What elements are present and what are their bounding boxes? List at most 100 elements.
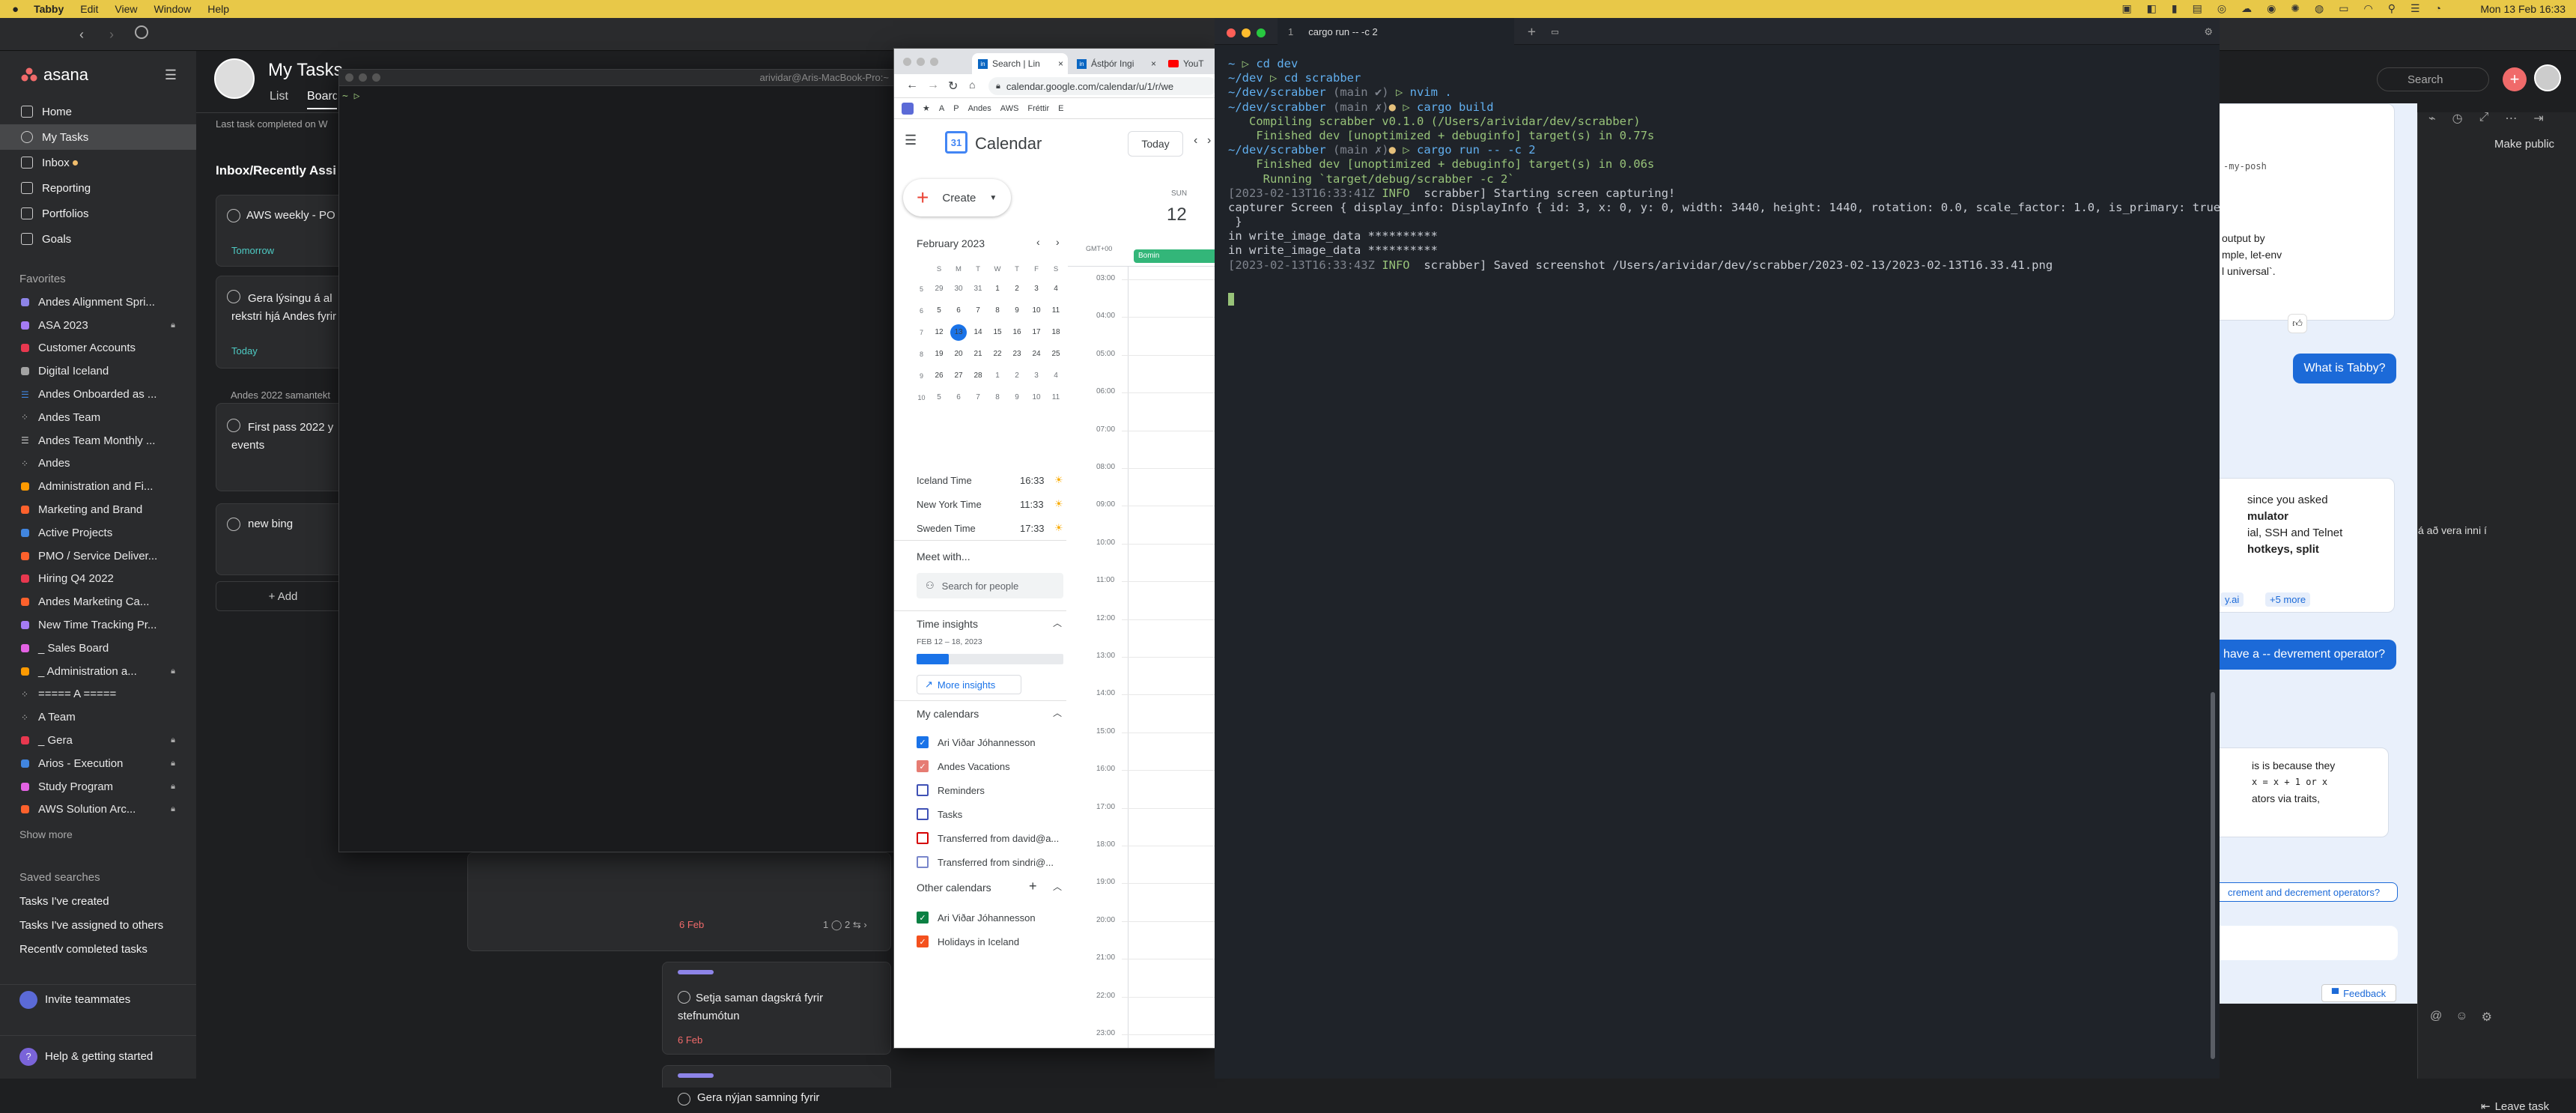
mini-calendar-day[interactable]: 10 bbox=[1027, 303, 1046, 319]
tabby-terminal-window[interactable]: 1 cargo run -- -c 2 + ▭ ⚙ ~ ▷ cd dev ~/de… bbox=[1215, 18, 2220, 1079]
browser-tab[interactable]: YouT bbox=[1164, 53, 1216, 74]
mini-calendar-day[interactable]: 18 bbox=[1046, 324, 1066, 341]
sidebar-item-reporting[interactable]: Reporting bbox=[0, 175, 196, 201]
calendar-list-item[interactable]: ✓ Ari Viðar Jóhannesson bbox=[917, 730, 1066, 754]
mini-calendar-day[interactable]: 11 bbox=[1046, 303, 1066, 319]
checkbox-icon[interactable] bbox=[917, 856, 929, 868]
favorite-item[interactable]: ☰ Andes Team Monthly ... bbox=[0, 429, 196, 452]
mini-calendar-day[interactable]: 5 bbox=[929, 389, 949, 406]
history-icon[interactable] bbox=[135, 25, 148, 39]
mini-calendar-day[interactable]: 7 bbox=[968, 303, 988, 319]
search-input[interactable]: Search bbox=[2377, 67, 2489, 91]
next-week-icon[interactable]: › bbox=[1207, 134, 1211, 148]
zoom-window-button[interactable] bbox=[1257, 28, 1266, 37]
mini-calendar-day[interactable]: 4 bbox=[1046, 368, 1066, 384]
favorite-item[interactable]: Digital Iceland bbox=[0, 360, 196, 383]
favorite-item[interactable]: ⁘ Andes bbox=[0, 452, 196, 476]
favorite-item[interactable]: Study Program 🔒︎ bbox=[0, 775, 196, 798]
mini-calendar-day[interactable]: 16 bbox=[1007, 324, 1027, 341]
bookmark-item[interactable]: E bbox=[1058, 104, 1063, 113]
collapse-icon[interactable]: ︿ bbox=[1053, 616, 1062, 629]
back-icon[interactable]: ‹ bbox=[79, 27, 84, 43]
new-tab-icon[interactable]: + bbox=[1528, 24, 1536, 40]
status-icon[interactable]: ▤ bbox=[2193, 2, 2202, 15]
battery-icon[interactable]: ▭ bbox=[2339, 2, 2348, 15]
status-icon[interactable]: ▣ bbox=[2121, 2, 2131, 15]
minimize-window-button[interactable] bbox=[1242, 28, 1251, 37]
emoji-icon[interactable]: ☺ bbox=[2455, 1010, 2467, 1025]
my-calendars-heading[interactable]: My calendars bbox=[917, 708, 979, 720]
favorites-heading[interactable]: Favorites bbox=[0, 268, 196, 291]
thumbs-up-icon[interactable]: 👍︎ bbox=[2288, 314, 2307, 333]
task-card[interactable]: AWS weekly - PO Tomorrow bbox=[216, 195, 350, 267]
mini-calendar-day[interactable]: 23 bbox=[1007, 346, 1027, 363]
mini-calendar-day[interactable]: 3 bbox=[1027, 281, 1046, 297]
home-icon[interactable]: ⌂ bbox=[969, 79, 975, 91]
sidebar-item-goals[interactable]: Goals bbox=[0, 226, 196, 252]
mini-calendar-day[interactable]: 4 bbox=[1046, 281, 1066, 297]
task-card[interactable]: new bing bbox=[216, 503, 350, 575]
mini-calendar-day[interactable]: 31 bbox=[968, 281, 988, 297]
source-link[interactable]: y.ai bbox=[2220, 592, 2244, 607]
favorite-item[interactable]: Andes Marketing Ca... bbox=[0, 590, 196, 613]
minimize-window-button[interactable] bbox=[359, 73, 367, 82]
mini-calendar-day[interactable]: 15 bbox=[988, 324, 1007, 341]
terminal-tab[interactable]: 1 cargo run -- -c 2 bbox=[1278, 18, 1514, 45]
menubar-edit[interactable]: Edit bbox=[80, 3, 98, 15]
minimize-window-button[interactable] bbox=[917, 58, 925, 66]
add-task-button[interactable]: + Add bbox=[216, 581, 350, 611]
tab-list[interactable]: List bbox=[270, 90, 288, 103]
checkbox-checked-icon[interactable]: ✓ bbox=[917, 935, 929, 947]
all-day-event[interactable]: Bomin bbox=[1134, 249, 1216, 263]
favorite-item[interactable]: ASA 2023 🔒︎ bbox=[0, 314, 196, 337]
check-circle-icon[interactable] bbox=[227, 518, 240, 531]
favorite-item[interactable]: Arios - Execution 🔒︎ bbox=[0, 752, 196, 775]
sidebar-item-home[interactable]: Home bbox=[0, 99, 196, 124]
task-card[interactable]: First pass 2022 y events bbox=[216, 403, 350, 491]
mini-calendar-day[interactable]: 21 bbox=[968, 346, 988, 363]
checkbox-icon[interactable] bbox=[917, 808, 929, 820]
status-icon[interactable]: ◎ bbox=[2217, 2, 2226, 15]
apple-icon[interactable]: ● bbox=[12, 3, 19, 16]
prev-week-icon[interactable]: ‹ bbox=[1194, 134, 1197, 148]
mini-calendar-day[interactable]: 26 bbox=[929, 368, 949, 384]
mini-calendar-day[interactable]: 3 bbox=[1027, 368, 1046, 384]
saved-search-item[interactable]: Tasks I've assigned to others bbox=[0, 914, 196, 938]
menubar-clock[interactable]: Mon 13 Feb 16:33 bbox=[2480, 3, 2566, 15]
add-calendar-icon[interactable]: + bbox=[1029, 879, 1037, 894]
close-tab-icon[interactable]: × bbox=[1058, 58, 1063, 69]
favorite-item[interactable]: ⁘ ===== A ===== bbox=[0, 683, 196, 706]
reload-icon[interactable]: ↻ bbox=[948, 79, 958, 94]
mini-calendar-day[interactable]: 22 bbox=[988, 346, 1007, 363]
time-insights-heading[interactable]: Time insights bbox=[917, 618, 978, 630]
forward-icon[interactable]: → bbox=[927, 79, 939, 92]
menubar-app-name[interactable]: Tabby bbox=[34, 3, 64, 15]
collapse-sidebar-icon[interactable]: ☰ bbox=[165, 67, 177, 83]
favorite-item[interactable]: _ Sales Board bbox=[0, 637, 196, 660]
checkbox-checked-icon[interactable]: ✓ bbox=[917, 736, 929, 748]
favorite-item[interactable]: Customer Accounts bbox=[0, 337, 196, 360]
mini-calendar-day[interactable]: 12 bbox=[929, 324, 949, 341]
check-circle-icon[interactable] bbox=[227, 209, 240, 222]
bookmark-item[interactable]: AWS bbox=[1000, 104, 1019, 113]
close-pane-icon[interactable]: ⇥ bbox=[2533, 111, 2543, 126]
favorite-item[interactable]: _ Gera 🔒︎ bbox=[0, 729, 196, 752]
favorite-item[interactable]: Andes Alignment Spri... bbox=[0, 291, 196, 314]
collapse-icon[interactable]: ︿ bbox=[1053, 880, 1062, 893]
bookmark-item[interactable]: A bbox=[939, 104, 944, 113]
close-window-button[interactable] bbox=[903, 58, 911, 66]
user-icon[interactable]: ◔ bbox=[2435, 2, 2441, 15]
avatar[interactable] bbox=[214, 58, 255, 99]
calendar-list-item[interactable]: ✓ Andes Vacations bbox=[917, 754, 1066, 778]
favorite-item[interactable]: ⁘ Andes Team bbox=[0, 406, 196, 429]
favorite-item[interactable]: Administration and Fi... bbox=[0, 475, 196, 498]
checkbox-icon[interactable] bbox=[917, 784, 929, 796]
mini-calendar-day[interactable]: 9 bbox=[1007, 389, 1027, 406]
mini-calendar-day[interactable]: 28 bbox=[968, 368, 988, 384]
close-window-button[interactable] bbox=[1227, 28, 1236, 37]
mini-calendar-day[interactable]: 11 bbox=[1046, 389, 1066, 406]
mini-calendar-day[interactable]: 8 bbox=[988, 303, 1007, 319]
more-sources-button[interactable]: +5 more bbox=[2265, 592, 2311, 607]
check-circle-icon[interactable] bbox=[678, 1093, 690, 1106]
mini-calendar-day[interactable]: 14 bbox=[968, 324, 988, 341]
